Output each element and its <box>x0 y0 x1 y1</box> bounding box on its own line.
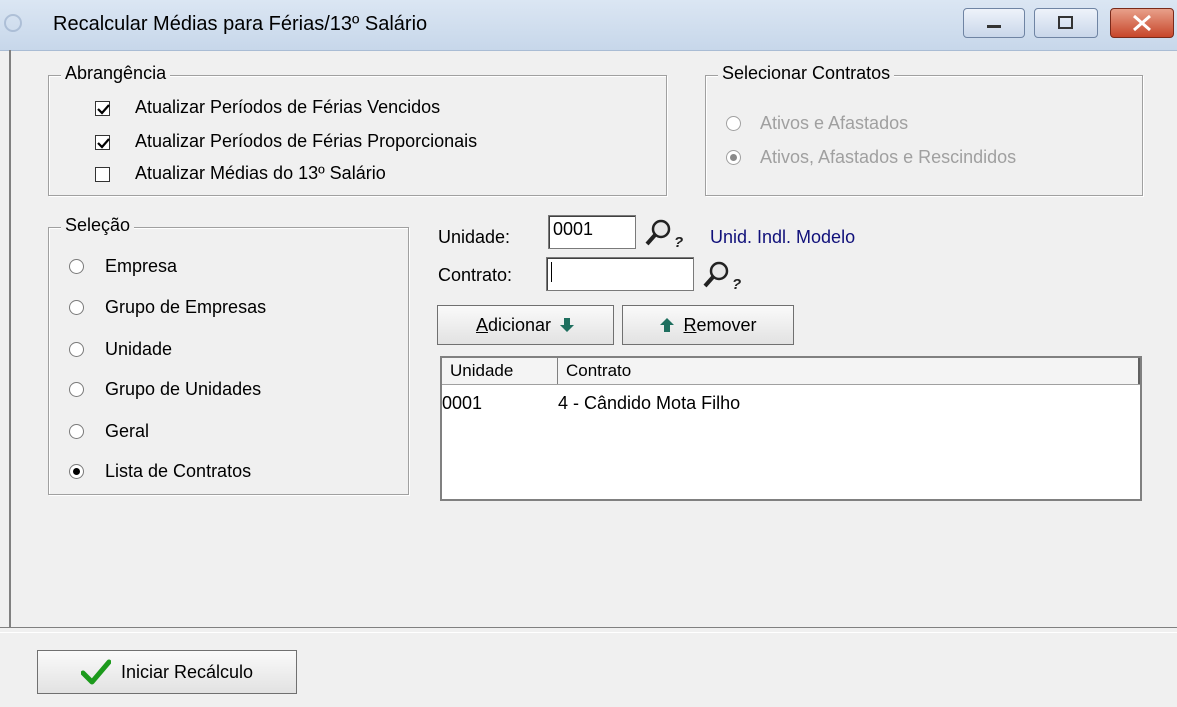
column-header-unidade[interactable]: Unidade <box>442 358 558 384</box>
remover-label: Remover <box>683 314 757 335</box>
checkmark-icon <box>97 104 110 115</box>
radio-ativos-afastados[interactable] <box>726 116 741 131</box>
svg-text:?: ? <box>732 276 741 292</box>
radio-lista-contratos[interactable] <box>69 464 84 479</box>
window-title: Recalcular Médias para Férias/13º Salári… <box>53 13 428 35</box>
search-unidade-icon[interactable]: ? <box>644 216 686 250</box>
radio-geral-label[interactable]: Geral <box>105 421 149 442</box>
footer-separator <box>0 627 1177 633</box>
remover-button[interactable]: Remover <box>622 305 794 345</box>
iniciar-recalculo-button[interactable]: Iniciar Recálculo <box>37 650 297 694</box>
contrato-label: Contrato: <box>438 265 513 285</box>
svg-text:?: ? <box>674 234 683 250</box>
checkbox-ferias-vencidos[interactable] <box>95 101 110 116</box>
checkmark-icon <box>80 659 111 685</box>
contrato-input[interactable] <box>546 257 694 291</box>
radio-lista-contratos-label[interactable]: Lista de Contratos <box>105 461 251 482</box>
radio-geral[interactable] <box>69 424 84 439</box>
search-contrato-icon[interactable]: ? <box>702 258 744 292</box>
selecao-group: Seleção Empresa Grupo de Empresas Unidad… <box>48 215 409 495</box>
adicionar-button[interactable]: Adicionar <box>437 305 614 345</box>
radio-grupo-empresas[interactable] <box>69 300 84 315</box>
checkbox-ferias-proporcionais[interactable] <box>95 135 110 150</box>
maximize-icon <box>1058 16 1073 29</box>
radio-grupo-unidades-label[interactable]: Grupo de Unidades <box>105 379 261 400</box>
radio-grupo-empresas-label[interactable]: Grupo de Empresas <box>105 297 266 318</box>
abrangencia-legend: Abrangência <box>61 63 171 84</box>
radio-unidade-label[interactable]: Unidade <box>105 339 172 360</box>
radio-empresa[interactable] <box>69 259 84 274</box>
checkbox-medias-13[interactable] <box>95 167 110 182</box>
selecionar-contratos-legend: Selecionar Contratos <box>718 63 895 84</box>
radio-ativos-afastados-rescindidos-label[interactable]: Ativos, Afastados e Rescindidos <box>760 147 1016 168</box>
close-button[interactable] <box>1110 8 1174 38</box>
arrow-up-icon <box>660 318 675 332</box>
unidade-description: Unid. Indl. Modelo <box>710 227 856 247</box>
radio-unidade[interactable] <box>69 342 84 357</box>
radio-empresa-label[interactable]: Empresa <box>105 256 177 277</box>
minimize-button[interactable] <box>963 8 1025 38</box>
unidade-label: Unidade: <box>438 227 511 247</box>
iniciar-recalculo-label: Iniciar Recálculo <box>120 661 254 682</box>
selecao-legend: Seleção <box>61 215 135 236</box>
text-cursor <box>551 262 552 283</box>
adicionar-label: Adicionar <box>475 314 552 335</box>
minimize-icon <box>987 25 1001 28</box>
contracts-list[interactable]: Unidade Contrato 0001 4 - Cândido Mota F… <box>440 356 1142 501</box>
list-header: Unidade Contrato <box>442 358 1140 385</box>
checkbox-ferias-vencidos-label[interactable]: Atualizar Períodos de Férias Vencidos <box>135 97 440 118</box>
checkbox-medias-13-label[interactable]: Atualizar Médias do 13º Salário <box>135 163 386 184</box>
title-bar: Recalcular Médias para Férias/13º Salári… <box>0 0 1177 51</box>
radio-grupo-unidades[interactable] <box>69 382 84 397</box>
unidade-input[interactable]: 0001 <box>548 215 636 249</box>
column-header-contrato[interactable]: Contrato <box>558 358 1140 384</box>
selecionar-contratos-group: Selecionar Contratos Ativos e Afastados … <box>705 63 1143 196</box>
cell-contrato: 4 - Cândido Mota Filho <box>558 393 741 413</box>
radio-ativos-afastados-rescindidos[interactable] <box>726 150 741 165</box>
close-icon <box>1133 14 1151 32</box>
checkbox-ferias-proporcionais-label[interactable]: Atualizar Períodos de Férias Proporciona… <box>135 131 477 152</box>
arrow-down-icon <box>560 318 575 332</box>
maximize-button[interactable] <box>1034 8 1098 38</box>
checkmark-icon <box>97 138 110 149</box>
radio-ativos-afastados-label[interactable]: Ativos e Afastados <box>760 113 908 134</box>
cell-unidade: 0001 <box>442 393 483 413</box>
abrangencia-group: Abrangência Atualizar Períodos de Férias… <box>48 63 667 196</box>
app-icon <box>4 14 22 32</box>
